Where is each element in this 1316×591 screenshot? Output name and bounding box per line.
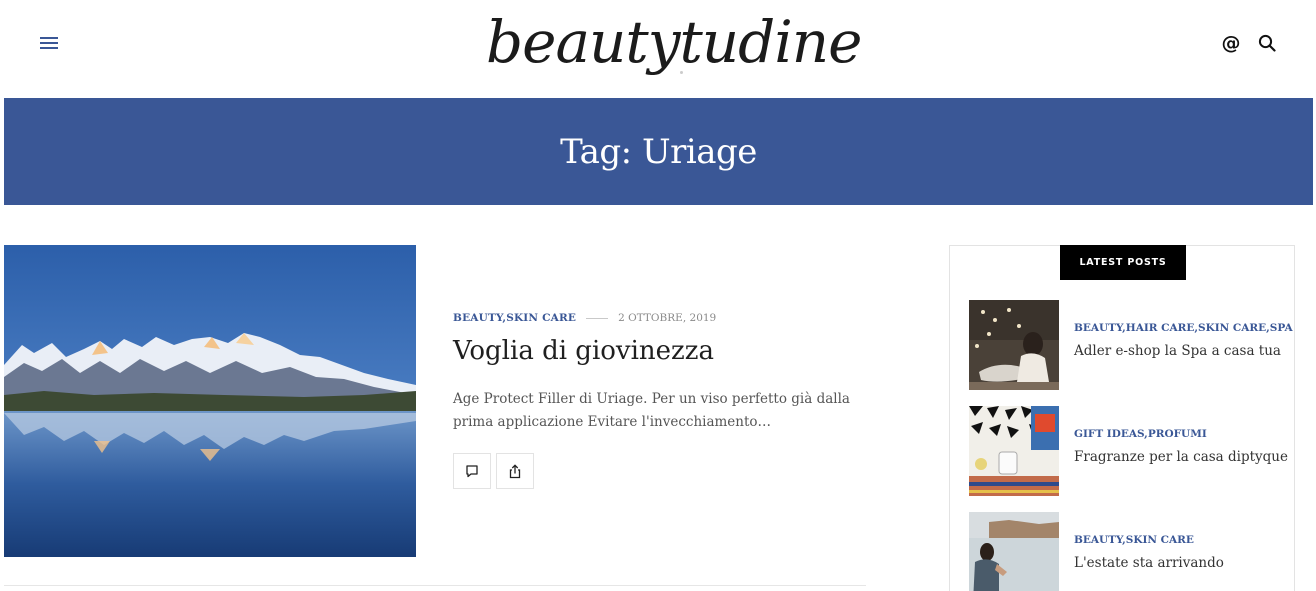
search-icon[interactable] xyxy=(1256,32,1278,54)
latest-post-title[interactable]: Fragranze per la casa diptyque xyxy=(1074,449,1288,465)
latest-post-item[interactable]: GIFT IDEAS,PROFUMI Fragranze per la casa… xyxy=(969,406,1289,496)
latest-post-categories[interactable]: GIFT IDEAS,PROFUMI xyxy=(1074,428,1207,440)
site-logo[interactable]: beautytudine xyxy=(486,0,862,92)
post-categories[interactable]: BEAUTY,SKIN CARE xyxy=(453,312,576,324)
article-divider xyxy=(4,585,866,586)
latest-post-item[interactable]: BEAUTY,HAIR CARE,SKIN CARE,SPA Adler e-s… xyxy=(969,300,1293,390)
latest-post-title[interactable]: L'estate sta arrivando xyxy=(1074,555,1224,571)
latest-post-categories[interactable]: BEAUTY,SKIN CARE xyxy=(1074,534,1194,546)
comment-icon[interactable] xyxy=(453,453,491,489)
post-thumbnail-image[interactable] xyxy=(969,300,1059,390)
post-thumbnail-image[interactable] xyxy=(969,512,1059,591)
meta-separator xyxy=(586,317,609,319)
post-thumbnail-image[interactable] xyxy=(969,406,1059,496)
post-title[interactable]: Voglia di giovinezza xyxy=(453,336,714,366)
widget-title: LATEST POSTS xyxy=(1060,245,1186,280)
at-sign-icon[interactable]: @ xyxy=(1220,32,1242,54)
tag-banner: Tag: Uriage xyxy=(4,98,1313,205)
mountain-lake-image[interactable] xyxy=(4,245,416,557)
post-excerpt: Age Protect Filler di Uriage. Per un vis… xyxy=(453,391,850,430)
hamburger-menu-icon[interactable] xyxy=(40,34,62,52)
share-icon[interactable] xyxy=(496,453,534,489)
latest-post-categories[interactable]: BEAUTY,HAIR CARE,SKIN CARE,SPA xyxy=(1074,322,1293,334)
post-meta: BEAUTY,SKIN CARE 2 OTTOBRE, 2019 xyxy=(453,310,716,326)
latest-post-item[interactable]: BEAUTY,SKIN CARE L'estate sta arrivando xyxy=(969,512,1289,591)
latest-post-title[interactable]: Adler e-shop la Spa a casa tua xyxy=(1074,343,1281,359)
post-date: 2 OTTOBRE, 2019 xyxy=(618,312,717,324)
logo-dot xyxy=(680,71,683,74)
site-header: beautytudine @ xyxy=(0,0,1316,98)
latest-posts-widget: LATEST POSTS BEAUTY,HAIR CARE,SKIN CARE,… xyxy=(949,245,1295,591)
page-title: Tag: Uriage xyxy=(560,131,757,172)
